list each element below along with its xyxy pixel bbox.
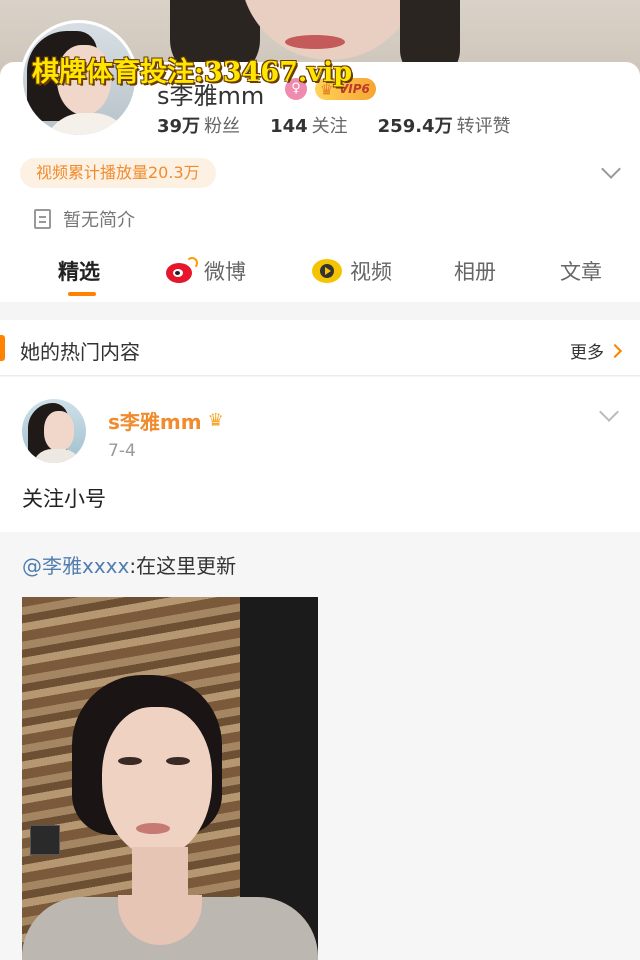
reposted-content[interactable]: @李雅xxxx:在这里更新 [0, 532, 640, 960]
avatar-face [44, 411, 74, 451]
author-name-text: s李雅mm [108, 410, 202, 434]
chevron-down-icon[interactable] [601, 159, 621, 179]
stat-value: 39万 [157, 116, 201, 137]
stat-following[interactable]: 144 关注 [270, 112, 348, 138]
watermark-overlay: 棋牌体育投注:33467.vip [32, 57, 353, 88]
chevron-down-icon[interactable] [599, 402, 619, 422]
tab-label: 视频 [350, 260, 392, 284]
stat-label: 粉丝 [204, 116, 241, 137]
more-button[interactable]: 更多 [570, 338, 623, 363]
cover-image-lips [285, 35, 345, 49]
repost-image[interactable] [22, 597, 318, 960]
chevron-right-icon [607, 343, 623, 358]
stat-followers[interactable]: 39万 粉丝 [157, 112, 240, 138]
profile-bio[interactable]: 暂无简介 [34, 206, 135, 232]
stat-value: 144 [270, 116, 308, 137]
tab-label: 精选 [58, 260, 100, 284]
mention-link[interactable]: @李雅xxxx [22, 554, 129, 578]
tab-weibo[interactable]: 微博 [166, 256, 246, 286]
post-text: 关注小号 [22, 487, 106, 511]
image-lips [136, 823, 170, 834]
repost-text: @李雅xxxx:在这里更新 [22, 550, 236, 579]
profile-stats: 39万 粉丝 144 关注 259.4万 转评赞 [157, 112, 511, 138]
profile-card: s李雅mm ♀ ♛ VIP6 39万 粉丝 144 关注 259.4万 转评赞 视频累… [0, 20, 640, 302]
document-icon [34, 209, 51, 229]
video-icon [312, 259, 342, 283]
hot-content-header: 她的热门内容 更多 [0, 320, 640, 376]
tab-label: 文章 [560, 260, 602, 284]
tab-label: 微博 [204, 260, 246, 284]
stat-reposts-comments-likes[interactable]: 259.4万 转评赞 [378, 112, 511, 138]
weibo-icon [166, 257, 198, 283]
post-author-name[interactable]: s李雅mm ♛ [108, 406, 224, 435]
video-play-count-tag[interactable]: 视频累计播放量20.3万 [20, 158, 216, 188]
bio-text: 暂无简介 [63, 210, 135, 231]
stat-value: 259.4万 [377, 116, 453, 137]
feed-post[interactable]: s李雅mm ♛ 7-4 关注小号 [0, 377, 640, 532]
tab-featured[interactable]: 精选 [58, 256, 100, 286]
profile-tabs: 精选 微博 视频 相册 文章 [0, 252, 640, 302]
section-accent-bar [0, 335, 5, 361]
tab-album[interactable]: 相册 [454, 256, 496, 286]
tab-label: 相册 [454, 260, 496, 284]
post-author-avatar[interactable] [22, 399, 86, 463]
repost-body: :在这里更新 [129, 554, 237, 578]
post-date: 7-4 [108, 441, 136, 461]
active-tab-indicator [68, 292, 96, 296]
section-title: 她的热门内容 [20, 340, 140, 364]
tab-articles[interactable]: 文章 [560, 256, 602, 286]
image-switch [30, 825, 60, 855]
stat-label: 转评赞 [456, 116, 511, 137]
tab-video[interactable]: 视频 [312, 256, 392, 286]
vip-crown-icon: ♛ [207, 410, 224, 431]
more-label: 更多 [570, 343, 604, 363]
image-eye-left [118, 757, 142, 765]
stat-label: 关注 [311, 116, 348, 137]
image-face [102, 707, 212, 857]
image-eye-right [166, 757, 190, 765]
